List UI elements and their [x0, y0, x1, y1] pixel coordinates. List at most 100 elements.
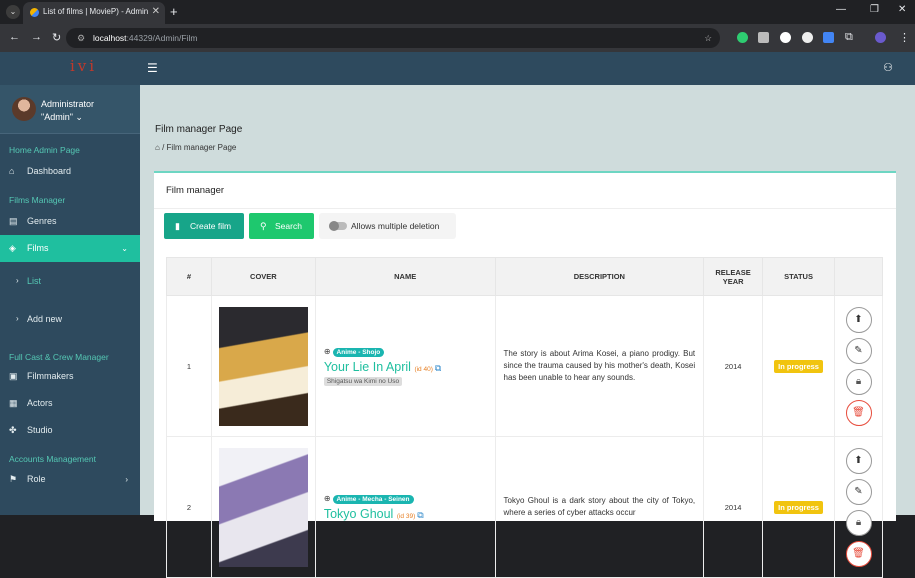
table-row: 1 ⊕ Anime - Shojo Your Lie In April (id 4…: [166, 295, 883, 437]
sidebar-item-role[interactable]: ⚑ Role ›: [0, 466, 140, 493]
extension-icon[interactable]: [758, 32, 769, 43]
status-cell: In progress: [762, 295, 835, 437]
url-path: :44329/Admin/Film: [126, 33, 198, 43]
status-badge: In progress: [774, 500, 823, 514]
delete-button[interactable]: 🗑︎: [845, 540, 872, 567]
breadcrumb-separator: /: [162, 143, 165, 152]
film-box-icon: ◈: [9, 243, 16, 253]
sidebar-item-label: Genres: [27, 216, 57, 226]
sidebar-item-label: Add new: [27, 314, 63, 324]
chevron-right-icon: ›: [125, 475, 128, 484]
extension-icon[interactable]: [823, 32, 834, 43]
film-cover-image[interactable]: [218, 447, 308, 567]
create-film-button[interactable]: ▮ Create film: [164, 213, 244, 239]
film-name-link[interactable]: Your Lie In April: [324, 360, 411, 374]
section-accounts: Accounts Management: [9, 454, 96, 464]
extensions-puzzle-icon[interactable]: ⧉: [845, 31, 853, 44]
status-badge: In progress: [774, 359, 823, 373]
chevron-down-icon[interactable]: ⌄: [75, 112, 83, 122]
maximize-icon[interactable]: ❐: [870, 4, 879, 15]
card-title: Film manager: [154, 173, 896, 209]
admin-app: ivi ☰ ⚇ Administrator "Admin" ⌄ Home Adm…: [0, 52, 915, 578]
row-index: 1: [166, 295, 212, 437]
reload-icon[interactable]: ↻: [52, 31, 61, 44]
delete-button[interactable]: 🗑︎: [845, 399, 872, 426]
table-row: 2 ⊕ Anime - Mecha - Seinen Tokyo Ghoul (i…: [166, 436, 883, 578]
address-bar[interactable]: ⚙ localhost:44329/Admin/Film ☆: [66, 28, 720, 48]
site-info-icon[interactable]: ⚙: [77, 28, 85, 48]
genre-badge: Anime - Mecha - Seinen: [332, 494, 414, 504]
genres-icon: ▤: [9, 216, 18, 226]
film-name-link[interactable]: Tokyo Ghoul: [324, 507, 393, 521]
avatar: [12, 97, 36, 121]
sidebar-profile[interactable]: Administrator "Admin" ⌄: [0, 85, 140, 134]
lock-button[interactable]: 🔒︎: [845, 368, 872, 395]
sidebar-item-label: Filmmakers: [27, 371, 74, 381]
browser-menu-icon[interactable]: ⋮: [899, 31, 910, 44]
sidebar-item-films[interactable]: ◈ Films ⌄: [0, 235, 140, 262]
external-link-icon[interactable]: ⧉: [435, 363, 441, 373]
film-id: (id 39): [396, 512, 416, 520]
sidebar-item-label: List: [27, 276, 42, 286]
studio-icon: ✤: [9, 425, 17, 435]
column-header-index: #: [166, 257, 212, 296]
films-table: # COVER NAME DESCRIPTION RELEASE YEAR ST…: [166, 257, 883, 578]
profile-icon[interactable]: [875, 32, 886, 43]
toggle-switch[interactable]: [329, 221, 347, 231]
browser-tab[interactable]: List of films | MovieP) - Admin ✕: [23, 2, 165, 24]
sidebar-item-dashboard[interactable]: ⌂ Dashboard: [0, 158, 140, 185]
tab-close-icon[interactable]: ✕: [152, 2, 160, 22]
sidebar-subitem-list[interactable]: › List: [0, 262, 140, 300]
multiple-delete-toggle[interactable]: Allows multiple deletion: [319, 213, 456, 239]
actors-icon: ▦: [9, 398, 18, 408]
actions-cell: ⬆ ✎ 🔒︎ 🗑︎: [834, 295, 883, 437]
search-icon: ⚲: [260, 221, 267, 231]
chevron-right-icon: ›: [16, 276, 19, 285]
extension-icon[interactable]: [737, 32, 748, 43]
sidebar-item-label: Studio: [27, 425, 53, 435]
status-cell: In progress: [762, 436, 835, 578]
forward-icon[interactable]: →: [31, 31, 42, 43]
back-icon[interactable]: ←: [9, 31, 20, 43]
name-cell: ⊕ Anime - Shojo Your Lie In April (id 40)…: [314, 295, 496, 437]
menu-toggle-icon[interactable]: ☰: [147, 61, 158, 75]
globe-icon: ⊕: [323, 493, 331, 503]
search-label: Search: [275, 221, 302, 231]
extension-icon[interactable]: [802, 32, 813, 43]
home-icon: ⌂: [9, 166, 15, 176]
sidebar-subitem-add-new[interactable]: › Add new: [0, 300, 140, 338]
film-id: (id 40): [414, 365, 433, 373]
breadcrumb-home-icon[interactable]: ⌂: [155, 143, 160, 152]
description-cell: Tokyo Ghoul is a dark story about the ci…: [494, 436, 705, 578]
sidebar-item-filmmakers[interactable]: ▣ Filmmakers: [0, 363, 140, 390]
window-close-icon[interactable]: ✕: [898, 4, 906, 15]
sidebar-item-actors[interactable]: ▦ Actors: [0, 390, 140, 417]
section-films-manager: Films Manager: [9, 195, 66, 205]
upload-button[interactable]: ⬆: [845, 306, 872, 333]
column-header-name: NAME: [314, 257, 496, 296]
main-content: Film manager Page ⌂ / Film manager Page …: [140, 85, 915, 578]
alt-name-badge: Shigatsu wa Kimi no Uso: [323, 376, 403, 386]
new-tab-button[interactable]: +: [170, 4, 178, 19]
edit-button[interactable]: ✎: [845, 478, 872, 505]
sidebar-item-studio[interactable]: ✤ Studio: [0, 417, 140, 444]
bookmark-star-icon[interactable]: ☆: [704, 28, 712, 48]
url-host: localhost: [93, 33, 127, 43]
breadcrumb: ⌂ / Film manager Page: [155, 143, 236, 152]
column-header-release-year: RELEASE YEAR: [703, 257, 764, 296]
sidebar-item-genres[interactable]: ▤ Genres: [0, 208, 140, 235]
column-header-cover: COVER: [210, 257, 316, 296]
film-cover-image[interactable]: [218, 306, 308, 426]
search-button[interactable]: ⚲ Search: [249, 213, 314, 239]
user-icon[interactable]: ⚇: [883, 61, 893, 74]
profile-name: Administrator: [41, 99, 95, 109]
upload-button[interactable]: ⬆: [845, 447, 872, 474]
app-topbar: ivi ☰ ⚇: [0, 52, 915, 85]
minimize-icon[interactable]: —: [836, 4, 846, 15]
edit-button[interactable]: ✎: [845, 337, 872, 364]
extension-icon[interactable]: [780, 32, 791, 43]
column-header-actions: [834, 257, 883, 296]
lock-button[interactable]: 🔒︎: [845, 509, 872, 536]
app-logo[interactable]: ivi: [70, 57, 97, 75]
tab-search-icon[interactable]: ⌄: [6, 5, 20, 19]
